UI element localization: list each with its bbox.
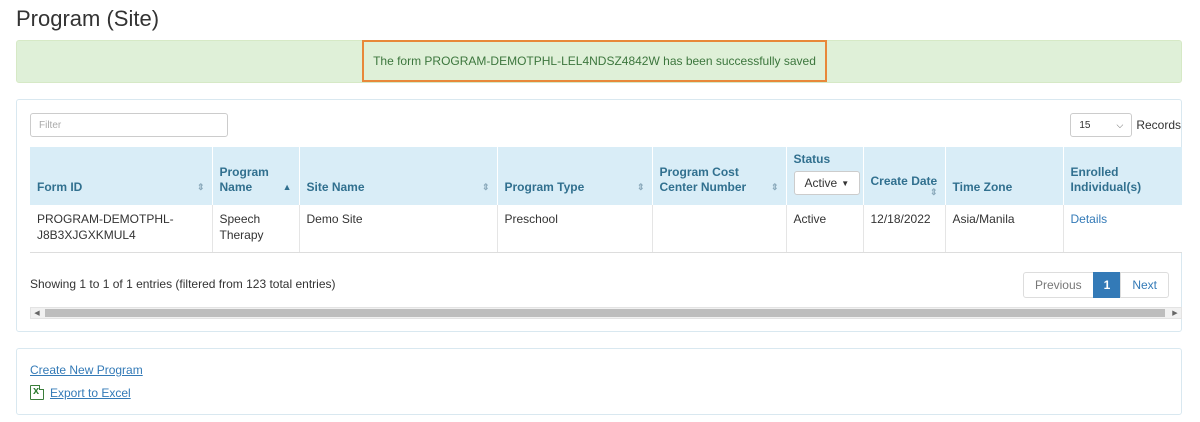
col-program-name[interactable]: Program Name ▲ bbox=[212, 147, 300, 205]
status-filter-button[interactable]: Active ▼ bbox=[793, 171, 861, 195]
page-title: Program (Site) bbox=[16, 6, 160, 31]
details-link[interactable]: Details bbox=[1071, 212, 1108, 226]
export-to-excel-link[interactable]: Export to Excel bbox=[30, 385, 131, 400]
records-control: 15 ⌵ Records bbox=[1070, 113, 1181, 137]
col-status: Status Active ▼ bbox=[786, 147, 864, 205]
export-label: Export to Excel bbox=[50, 385, 131, 400]
cell-enrolled: Details bbox=[1063, 205, 1182, 253]
sort-asc-icon: ▲ bbox=[282, 182, 292, 192]
table-row: PROGRAM-DEMOTPHL-J8B3XJGXKMUL4 Speech Th… bbox=[30, 205, 1182, 253]
caret-down-icon: ▼ bbox=[841, 178, 850, 188]
table-header-row: Form ID ⇕ Program Name ▲ Site Name ⇕ Progra… bbox=[30, 147, 1182, 205]
create-new-program-link[interactable]: Create New Program bbox=[30, 363, 143, 377]
previous-page-button[interactable]: Previous bbox=[1022, 272, 1094, 298]
sort-both-icon: ⇕ bbox=[636, 182, 645, 192]
programs-table: Form ID ⇕ Program Name ▲ Site Name ⇕ Progra… bbox=[30, 147, 1182, 253]
chevron-down-icon: ⌵ bbox=[1116, 119, 1124, 130]
cell-cost-center bbox=[652, 205, 787, 253]
filter-input[interactable] bbox=[30, 113, 228, 137]
cell-program-type: Preschool bbox=[497, 205, 653, 253]
cell-program-name: Speech Therapy bbox=[212, 205, 300, 253]
page-1-button[interactable]: 1 bbox=[1092, 272, 1122, 298]
records-label: Records bbox=[1136, 118, 1181, 132]
pagination: Previous 1 Next bbox=[1022, 272, 1169, 298]
col-time-zone: Time Zone bbox=[945, 147, 1064, 205]
next-page-button[interactable]: Next bbox=[1120, 272, 1169, 298]
col-form-id[interactable]: Form ID ⇕ bbox=[30, 147, 213, 205]
scrollbar-thumb[interactable] bbox=[45, 309, 1165, 317]
cell-time-zone: Asia/Manila bbox=[945, 205, 1064, 253]
col-cost-center[interactable]: Program Cost Center Number ⇕ bbox=[652, 147, 787, 205]
programs-panel: 15 ⌵ Records Form ID⇕ Program Name▲ Site… bbox=[16, 99, 1182, 332]
sort-both-icon: ⇕ bbox=[196, 182, 205, 192]
scroll-left-icon[interactable]: ◀ bbox=[31, 308, 43, 318]
cell-site-name: Demo Site bbox=[299, 205, 498, 253]
cell-status: Active bbox=[786, 205, 864, 253]
cell-create-date: 12/18/2022 bbox=[863, 205, 946, 253]
col-site-name[interactable]: Site Name ⇕ bbox=[299, 147, 498, 205]
col-program-type[interactable]: Program Type ⇕ bbox=[497, 147, 653, 205]
scroll-right-icon[interactable]: ▶ bbox=[1169, 308, 1181, 318]
sort-both-icon: ⇕ bbox=[770, 182, 779, 192]
records-value: 15 bbox=[1079, 119, 1091, 131]
success-alert: The form PROGRAM-DEMOTPHL-LEL4NDSZ4842W … bbox=[16, 40, 1182, 83]
col-create-date[interactable]: Create Date ⇕ bbox=[863, 147, 946, 205]
actions-panel: Create New Program Export to Excel bbox=[16, 348, 1182, 415]
sort-both-icon: ⇕ bbox=[929, 187, 938, 197]
excel-icon bbox=[30, 385, 44, 400]
sort-both-icon: ⇕ bbox=[481, 182, 490, 192]
records-select[interactable]: 15 ⌵ bbox=[1070, 113, 1133, 137]
cell-form-id: PROGRAM-DEMOTPHL-J8B3XJGXKMUL4 bbox=[30, 205, 213, 253]
alert-message: The form PROGRAM-DEMOTPHL-LEL4NDSZ4842W … bbox=[362, 40, 827, 82]
table-info: Showing 1 to 1 of 1 entries (filtered fr… bbox=[30, 277, 336, 291]
col-enrolled: Enrolled Individual(s) bbox=[1063, 147, 1182, 205]
horizontal-scrollbar[interactable]: ◀ ▶ bbox=[30, 307, 1182, 319]
